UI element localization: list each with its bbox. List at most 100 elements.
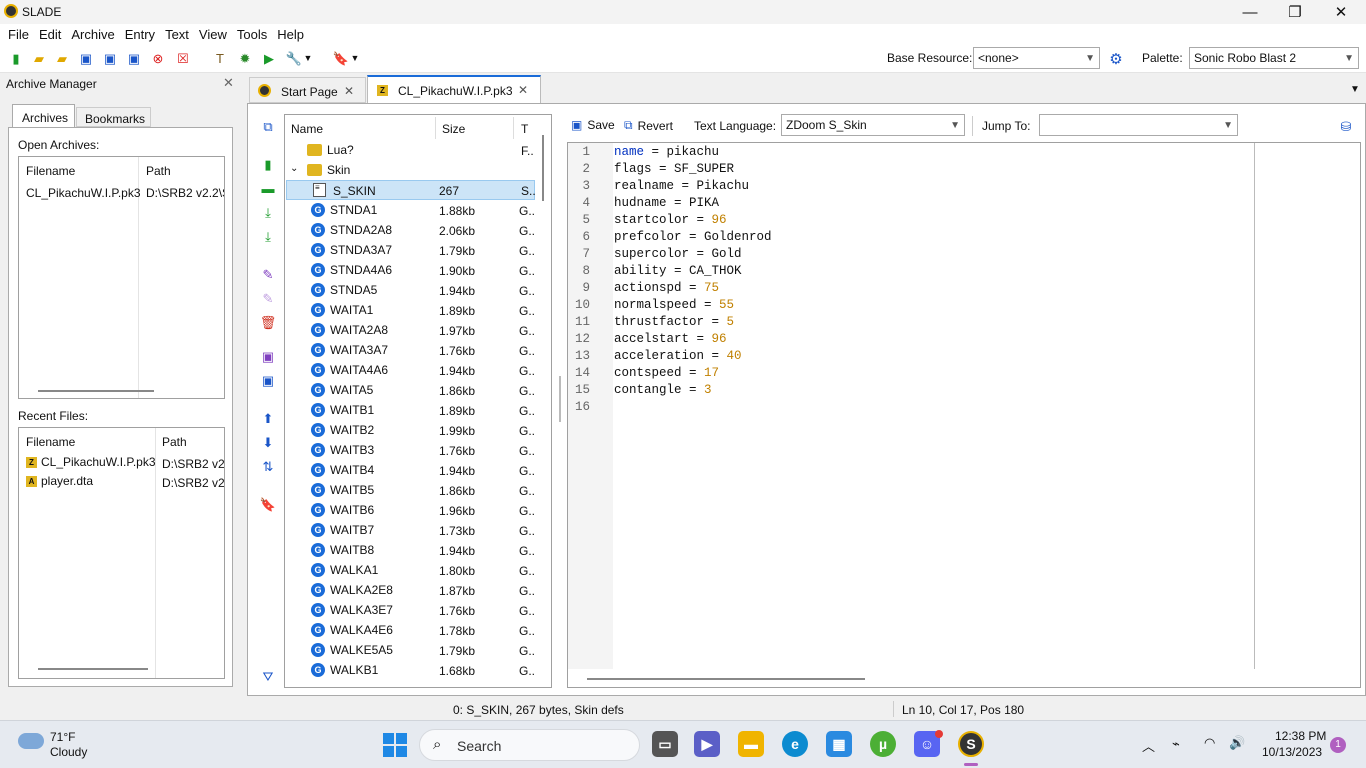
table-row[interactable]: G WAITB8 <box>311 540 541 560</box>
wifi-icon[interactable]: ◠ <box>1204 735 1215 751</box>
new-entry-icon[interactable]: ⧉ <box>260 118 276 134</box>
menu-edit[interactable]: Edit <box>34 27 66 42</box>
task-view-icon[interactable]: ▭ <box>652 731 678 757</box>
tab-archives[interactable]: Archives <box>12 104 75 128</box>
save-as-icon[interactable]: ▣ <box>102 50 118 66</box>
horizontal-scrollbar[interactable] <box>38 390 154 392</box>
table-row[interactable]: G WAITA2A8 <box>311 320 541 340</box>
table-row[interactable]: G WAITA4A6 <box>311 360 541 380</box>
table-row[interactable]: G WALKE5A5 <box>311 640 541 660</box>
menu-archive[interactable]: Archive <box>66 27 119 42</box>
import-files-icon[interactable]: ⤓ <box>260 228 276 244</box>
horizontal-scrollbar[interactable] <box>587 678 865 680</box>
tools-dropdown-icon[interactable]: ▼ <box>300 50 316 66</box>
code-line[interactable]: flags = SF_SUPER <box>614 162 734 176</box>
code-line[interactable]: realname = Pikachu <box>614 179 749 193</box>
text-editor[interactable]: 1 name = pikachu 2 flags = SF_SUPER 3 realnam… <box>567 142 1361 688</box>
table-row[interactable]: G WAITB1 <box>311 400 541 420</box>
menu-view[interactable]: View <box>194 27 232 42</box>
table-row[interactable]: G STNDA1 <box>311 200 541 220</box>
table-row[interactable]: G WAITA1 <box>311 300 541 320</box>
chevron-down-icon[interactable]: ⌄ <box>290 163 298 174</box>
utorrent-icon[interactable]: µ <box>870 731 896 757</box>
palette-select[interactable]: Sonic Robo Blast 2 ▼ <box>1189 47 1359 69</box>
code-line[interactable]: hudname = PIKA <box>614 196 719 210</box>
weather-widget[interactable]: 71°F Cloudy <box>18 729 108 761</box>
revert-entry-button[interactable]: ⧉ Revert <box>624 118 673 133</box>
microsoft-store-icon[interactable]: ▦ <box>826 731 852 757</box>
code-line[interactable]: contspeed = 17 <box>614 366 719 380</box>
clock-time[interactable]: 12:38 PM <box>1275 729 1326 743</box>
teams-meet-icon[interactable]: ▶ <box>694 731 720 757</box>
table-row-selected[interactable]: ≡ S_SKIN 267 S.. <box>286 180 536 200</box>
editor-options-icon[interactable]: ⛁ <box>1338 118 1354 134</box>
new-archive-icon[interactable]: ▮ <box>8 50 24 66</box>
code-line[interactable]: supercolor = Gold <box>614 247 742 261</box>
table-row[interactable]: G WALKB1 <box>311 660 541 680</box>
edge-browser-icon[interactable]: e <box>782 731 808 757</box>
clock-date[interactable]: 10/13/2023 <box>1262 745 1322 759</box>
texture-editor-icon[interactable]: T <box>212 50 228 66</box>
table-row[interactable]: G WAITB7 <box>311 520 541 540</box>
table-row[interactable]: G WALKA2E8 <box>311 580 541 600</box>
slade-taskbar-icon[interactable]: S <box>958 731 984 757</box>
map-editor-icon[interactable]: ✹ <box>237 50 253 66</box>
code-line[interactable]: name = pikachu <box>614 145 719 159</box>
table-row[interactable]: G WAITB5 <box>311 480 541 500</box>
code-line[interactable]: accelstart = 96 <box>614 332 727 346</box>
code-line[interactable]: normalspeed = 55 <box>614 298 734 312</box>
base-resource-select[interactable]: <none> ▼ <box>973 47 1100 69</box>
save-icon[interactable]: ▣ <box>78 50 94 66</box>
menu-help[interactable]: Help <box>272 27 309 42</box>
close-icon[interactable]: ✕ <box>223 75 234 91</box>
bookmark-dropdown-icon[interactable]: ▼ <box>347 50 363 66</box>
column-type[interactable]: T <box>521 122 528 136</box>
run-icon[interactable]: ▶ <box>261 50 277 66</box>
table-row[interactable]: G WALKA3E7 <box>311 600 541 620</box>
column-size[interactable]: Size <box>442 122 465 136</box>
new-folder-icon[interactable]: ▬ <box>260 180 276 196</box>
new-zip-icon[interactable]: ▰ <box>31 50 47 66</box>
table-row[interactable]: G WAITB3 <box>311 440 541 460</box>
file-explorer-icon[interactable]: ▬ <box>738 731 764 757</box>
splitter-handle[interactable] <box>559 376 561 422</box>
delete-icon[interactable]: 🗑 <box>260 314 277 330</box>
move-up-icon[interactable]: ⬆ <box>260 410 276 426</box>
column-path[interactable]: Path <box>146 164 171 178</box>
volume-icon[interactable]: 🔊 <box>1229 735 1245 751</box>
list-item[interactable]: CL_PikachuW.I.P.pk3 <box>26 186 141 200</box>
close-button[interactable]: ✕ <box>1318 0 1364 24</box>
entry-list[interactable]: Name Size T Lua? F.. ⌄ Skin ≡ S_SKIN 267… <box>284 114 552 688</box>
close-icon[interactable]: ✕ <box>518 83 528 97</box>
save-all-icon[interactable]: ▣ <box>126 50 142 66</box>
code-line[interactable]: thrustfactor = 5 <box>614 315 734 329</box>
column-path[interactable]: Path <box>162 435 187 449</box>
column-filename[interactable]: Filename <box>26 164 75 178</box>
code-line[interactable]: actionspd = 75 <box>614 281 719 295</box>
column-filename[interactable]: Filename <box>26 435 75 449</box>
table-row[interactable]: G WAITB4 <box>311 460 541 480</box>
filter-icon[interactable]: ⛛ <box>260 668 276 684</box>
sort-icon[interactable]: ⇅ <box>260 458 276 474</box>
table-row[interactable]: G WALKA4E6 <box>311 620 541 640</box>
network-off-icon[interactable]: ⌁ <box>1172 736 1180 752</box>
table-row[interactable]: G WAITB2 <box>311 420 541 440</box>
rename-icon[interactable]: ✎ <box>260 266 276 282</box>
table-row[interactable]: G WAITB6 <box>311 500 541 520</box>
table-row[interactable]: G STNDA3A7 <box>311 240 541 260</box>
code-line[interactable]: prefcolor = Goldenrod <box>614 230 772 244</box>
close-archive-icon[interactable]: ⊗ <box>150 50 166 66</box>
jump-to-select[interactable]: ▼ <box>1039 114 1238 136</box>
menu-file[interactable]: File <box>3 27 34 42</box>
close-icon[interactable]: ✕ <box>344 84 354 98</box>
menu-entry[interactable]: Entry <box>120 27 160 42</box>
rename-each-icon[interactable]: ✎ <box>260 290 276 306</box>
column-name[interactable]: Name <box>291 122 323 136</box>
start-button[interactable] <box>383 733 407 757</box>
list-item[interactable]: A player.dta <box>26 471 93 491</box>
list-item[interactable]: Z CL_PikachuW.I.P.pk3 <box>26 452 156 472</box>
vertical-scrollbar[interactable] <box>542 135 544 201</box>
export-icon[interactable]: ▣ <box>260 348 276 364</box>
recent-files-list[interactable]: Filename Path Z CL_PikachuW.I.P.pk3 D:\S… <box>18 427 225 679</box>
save-entry-button[interactable]: ▣ Save <box>571 118 615 132</box>
